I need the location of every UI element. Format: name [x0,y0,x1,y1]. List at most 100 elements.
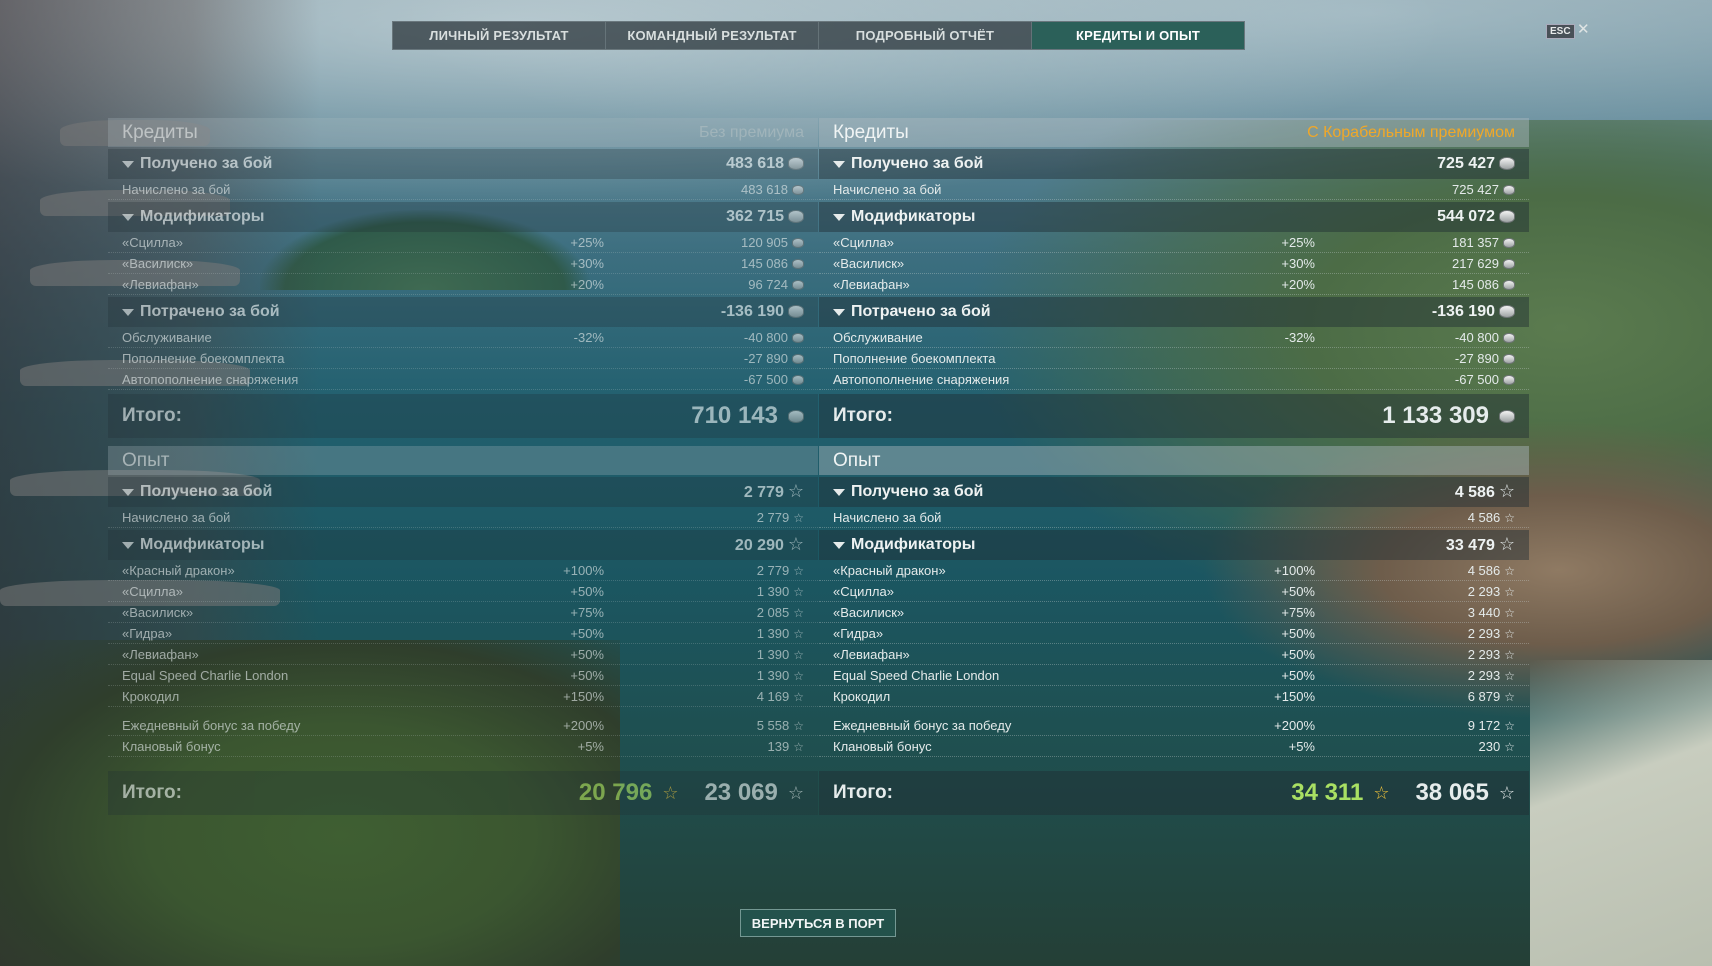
breakdown-row: Начислено за бой 2 779 ☆ [108,507,818,528]
breakdown-row: Equal Speed Charlie London +50% 2 293 ☆ [819,665,1529,686]
group-header[interactable]: Получено за бой 4 586 ☆ [819,477,1529,507]
breakdown-row: «Гидра» +50% 1 390 ☆ [108,623,818,644]
row-name: «Василиск» [833,604,905,620]
free-xp-star-icon: ☆ [1373,783,1390,803]
group-label: Потрачено за бой [122,303,280,321]
credits-icon [792,185,804,196]
group-header[interactable]: Модификаторы 33 479 ☆ [819,530,1529,560]
credits-icon [788,305,804,319]
xp-star-icon: ☆ [793,584,804,599]
row-percent: +50% [570,625,604,641]
credits-icon [792,259,804,270]
row-value: 2 779 ☆ [604,510,804,525]
row-percent: -32% [573,329,604,345]
group-header[interactable]: Получено за бой 483 618 [108,149,818,179]
total-amount: 710 143 [691,402,778,429]
group-value: 20 290 ☆ [735,535,804,555]
row-percent: +75% [570,604,604,620]
row-percent: +50% [1281,583,1315,599]
collapse-triangle-icon [122,160,134,168]
background-beach [1530,660,1712,966]
account-type-badge: С Корабельным премиумом [1307,123,1515,141]
group-header[interactable]: Потрачено за бой -136 190 [819,297,1529,327]
collapse-triangle-icon [833,541,845,549]
collapse-triangle-icon [833,160,845,168]
section-title: Опыт [122,449,170,471]
group-header[interactable]: Получено за бой 2 779 ☆ [108,477,818,507]
xp-star-icon: ☆ [1498,783,1515,803]
xp-star-icon: ☆ [787,783,804,803]
xp-star-icon: ☆ [1504,510,1515,525]
row-amount: 139 [767,738,790,754]
row-name: «Левиафан» [122,646,199,662]
breakdown-row: «Сцилла» +25% 120 905 [108,232,818,253]
xp-section-header: Опыт [108,446,818,475]
row-value: 9 172 ☆ [1315,718,1515,733]
row-amount: 2 779 [756,509,790,525]
tab-personal-result[interactable]: ЛИЧНЫЙ РЕЗУЛЬТАТ [393,22,606,49]
row-value: 230 ☆ [1315,739,1515,754]
group-value: 362 715 [726,208,804,226]
row-value: 4 169 ☆ [604,689,804,704]
tab-team-result[interactable]: КОМАНДНЫЙ РЕЗУЛЬТАТ [606,22,819,49]
credits-icon [1499,305,1515,319]
group-title: Модификаторы [140,208,265,225]
total-label: Итого: [833,782,893,803]
esc-key-hint[interactable]: ESC [1546,24,1575,39]
credits-total-value: 710 143 [691,402,804,430]
row-name: Обслуживание [833,329,923,345]
row-name: «Василиск» [122,604,194,620]
row-percent: +100% [563,562,604,578]
xp-star-icon: ☆ [1504,739,1515,754]
row-amount: 2 779 [756,562,790,578]
row-value: 3 440 ☆ [1315,605,1515,620]
collapse-triangle-icon [122,541,134,549]
group-header[interactable]: Модификаторы 544 072 [819,202,1529,232]
row-name: Клановый бонус [122,738,221,754]
group-header[interactable]: Модификаторы 362 715 [108,202,818,232]
row-amount: 1 390 [756,625,790,641]
collapse-triangle-icon [122,213,134,221]
row-name: Клановый бонус [833,738,932,754]
group-title: Получено за бой [140,483,273,500]
xp-star-icon: ☆ [1504,584,1515,599]
group-value: 483 618 [726,155,804,173]
xp-total-row: Итого: 34 311 ☆ 38 065 ☆ [819,771,1529,815]
row-name: Крокодил [833,688,891,704]
return-to-port-button[interactable]: ВЕРНУТЬСЯ В ПОРТ [740,909,896,937]
breakdown-row: Пополнение боекомплекта -27 890 [108,348,818,369]
row-value: 1 390 ☆ [604,647,804,662]
xp-star-icon: ☆ [1504,647,1515,662]
row-name: Пополнение боекомплекта [833,350,996,366]
tab-credits-xp[interactable]: КРЕДИТЫ И ОПЫТ [1032,22,1244,49]
row-name: Начислено за бой [833,181,942,197]
row-value: 181 357 [1315,235,1515,250]
row-name: «Левиафан» [122,276,199,292]
breakdown-row: Пополнение боекомплекта -27 890 [819,348,1529,369]
row-name: Начислено за бой [122,509,231,525]
row-amount: 1 390 [756,583,790,599]
xp-total-value: 38 065 ☆ [1415,779,1515,807]
close-icon[interactable]: ✕ [1577,20,1590,38]
row-name: Автопополнение снаряжения [833,371,1010,387]
row-value: 2 779 ☆ [604,563,804,578]
row-value: 725 427 [1315,182,1515,197]
breakdown-row: «Василиск» +30% 145 086 [108,253,818,274]
row-name: «Василиск» [833,255,905,271]
group-header[interactable]: Потрачено за бой -136 190 [108,297,818,327]
group-header[interactable]: Получено за бой 725 427 [819,149,1529,179]
credits-icon [1503,185,1515,196]
group-title: Потрачено за бой [140,303,280,320]
group-header[interactable]: Модификаторы 20 290 ☆ [108,530,818,560]
group-value: 33 479 ☆ [1446,535,1515,555]
xp-total-values: 34 311 ☆ 38 065 ☆ [1291,779,1515,807]
row-amount: 145 086 [741,255,788,271]
group-label: Получено за бой [833,483,983,501]
breakdown-row: «Левиафан» +50% 2 293 ☆ [819,644,1529,665]
credits-icon [1503,238,1515,249]
xp-star-icon: ☆ [1504,718,1515,733]
xp-star-icon: ☆ [1504,668,1515,683]
row-value: 139 ☆ [604,739,804,754]
tab-detailed-report[interactable]: ПОДРОБНЫЙ ОТЧЁТ [819,22,1032,49]
